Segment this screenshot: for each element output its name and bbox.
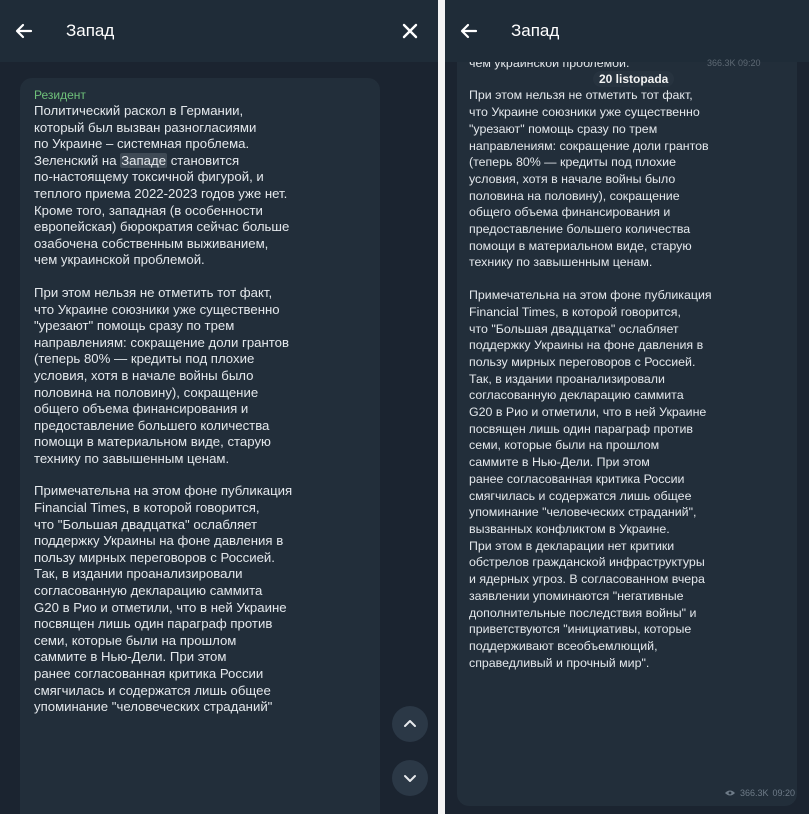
chat-header: Запад	[445, 0, 809, 62]
screenshot-collage: Запад Резидент Политический раскол в Гер…	[0, 0, 809, 814]
scroll-down-button[interactable]	[392, 760, 428, 796]
chevron-down-icon	[404, 775, 416, 782]
chat-header: Запад	[0, 0, 438, 62]
view-count: 366.3K	[739, 788, 769, 798]
arrow-left-icon	[460, 23, 478, 39]
message-meta: 366.3K 09:20	[724, 788, 795, 798]
chevron-up-icon	[404, 720, 416, 727]
close-icon	[402, 23, 418, 39]
message-paragraph: При этом нельзя не отметить тот факт, чт…	[469, 88, 709, 270]
back-button[interactable]	[0, 0, 48, 62]
search-highlight: Западе	[120, 152, 168, 168]
panel-divider	[438, 0, 445, 814]
scroll-up-button[interactable]	[392, 706, 428, 742]
left-chat-panel: Запад Резидент Политический раскол в Гер…	[0, 0, 438, 814]
back-button[interactable]	[445, 0, 493, 62]
date-pill: 20 listopada	[593, 71, 675, 87]
arrow-left-icon	[15, 23, 33, 39]
message-bubble: озабочена собственным выживанием, чем ук…	[457, 38, 797, 806]
right-chat-panel: озабочена собственным выживанием, чем ук…	[445, 0, 809, 814]
eye-icon	[724, 790, 735, 796]
message-paragraph: Примечательна на этом фоне публикация Fi…	[34, 483, 293, 715]
message-time: 09:20	[772, 788, 795, 798]
message-paragraph: Политический раскол в Германии, который …	[34, 103, 257, 152]
chat-title: Запад	[66, 21, 115, 40]
chat-title: Запад	[511, 21, 560, 40]
close-button[interactable]	[396, 17, 424, 45]
highlight-suffix: становится по-настоящему токсичной фигур…	[34, 152, 290, 268]
highlight-prefix: Зеленский на	[34, 152, 121, 168]
message-paragraph: При этом нельзя не отметить тот факт, чт…	[34, 284, 289, 466]
previous-message-meta: 366.3K 09:20	[707, 58, 761, 68]
message-paragraph: Примечательна на этом фоне публикация Fi…	[469, 288, 712, 670]
message-paragraph: Зеленский на Западе становится по-настоя…	[34, 152, 368, 269]
message-bubble: Резидент Политический раскол в Германии,…	[20, 78, 380, 814]
sender-name: Резидент	[34, 88, 86, 102]
